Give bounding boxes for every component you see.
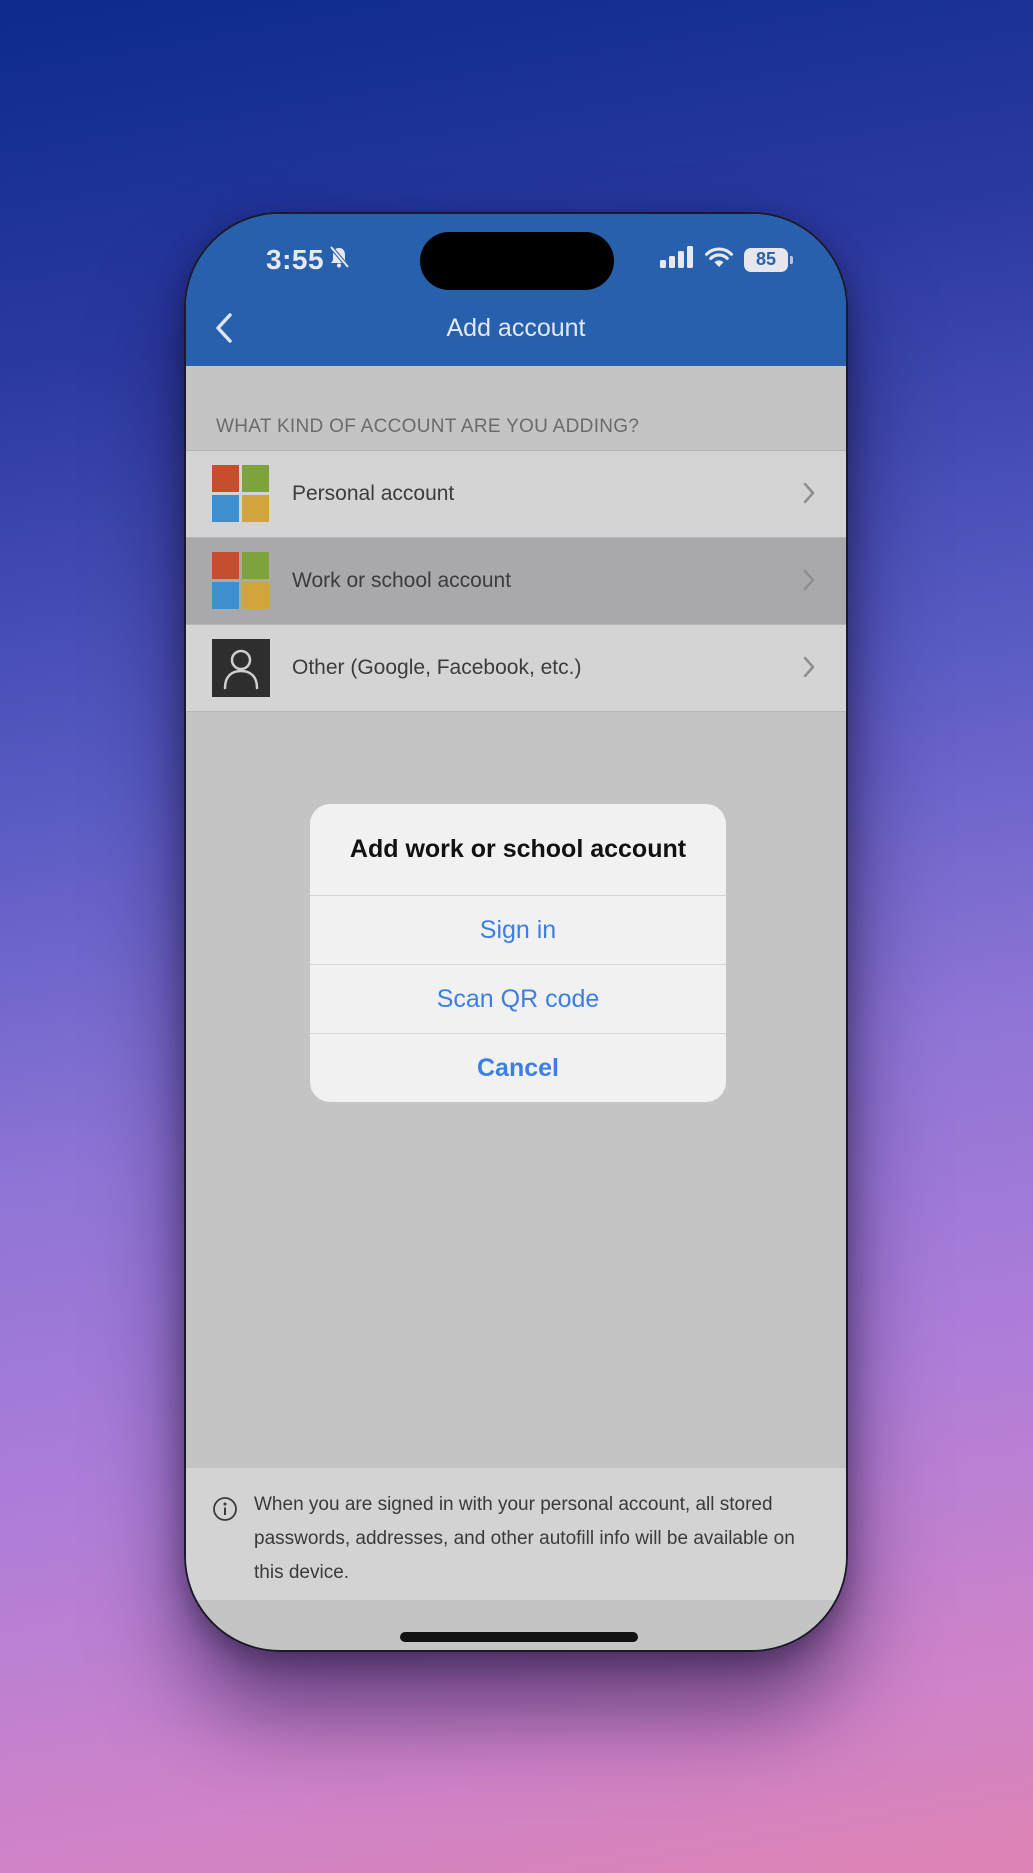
chevron-right-icon [802,655,816,684]
account-type-list: Personal account Work or school account [186,450,846,712]
home-indicator[interactable] [400,1632,638,1642]
status-time: 3:55 [266,244,350,276]
info-footer: When you are signed in with your persona… [186,1468,846,1600]
chevron-right-icon [802,481,816,510]
app-header: 3:55 85 Add account [186,214,846,366]
footer-info-text: When you are signed in with your persona… [254,1494,795,1583]
microsoft-logo-icon [212,465,270,523]
page-title: Add account [446,314,586,342]
list-item-other-account[interactable]: Other (Google, Facebook, etc.) [186,625,846,712]
dynamic-island [420,232,614,290]
bell-slash-icon [328,244,350,276]
list-item-label: Work or school account [292,569,512,592]
person-icon [212,639,270,697]
phone-screen: 3:55 85 Add account WHAT KIND OF ACCOUNT… [184,212,848,1652]
cancel-button[interactable]: Cancel [310,1034,726,1102]
battery-icon: 85 [744,247,793,272]
info-icon [212,1496,238,1527]
list-item-personal-account[interactable]: Personal account [186,451,846,538]
microsoft-logo-icon [212,552,270,610]
scan-qr-code-button[interactable]: Scan QR code [310,965,726,1034]
status-indicators: 85 [660,246,793,273]
dialog-title: Add work or school account [310,804,726,896]
battery-level: 85 [755,249,777,269]
wifi-icon [704,246,734,273]
add-account-dialog: Add work or school account Sign in Scan … [310,804,726,1102]
sign-in-button[interactable]: Sign in [310,896,726,965]
cellular-signal-icon [660,246,694,273]
section-header: WHAT KIND OF ACCOUNT ARE YOU ADDING? [216,416,640,437]
list-item-label: Personal account [292,482,455,505]
list-item-work-or-school-account[interactable]: Work or school account [186,538,846,625]
chevron-right-icon [802,568,816,597]
list-item-label: Other (Google, Facebook, etc.) [292,656,582,679]
status-time-label: 3:55 [266,244,325,275]
